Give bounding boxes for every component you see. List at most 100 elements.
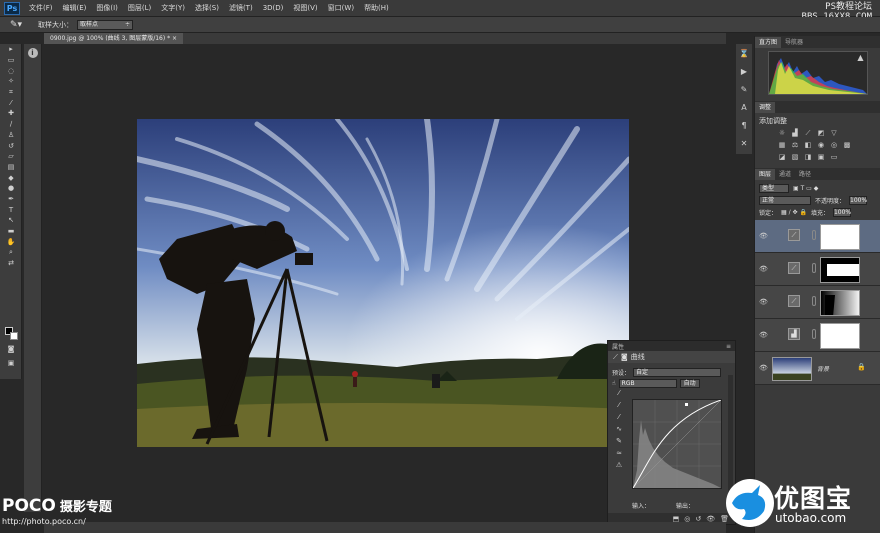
dodge-tool-icon[interactable]: ● <box>0 183 22 194</box>
menu-filter[interactable]: 滤镜(T) <box>224 3 258 13</box>
white-point-eyedropper-icon[interactable]: ⁄ <box>612 413 626 425</box>
gradient-tool-icon[interactable]: ▤ <box>0 162 22 173</box>
mask-link-icon[interactable] <box>812 263 816 273</box>
menu-window[interactable]: 窗口(W) <box>323 3 359 13</box>
menu-file[interactable]: 文件(F) <box>24 3 58 13</box>
healing-brush-icon[interactable]: ✚ <box>0 108 22 119</box>
character-panel-icon[interactable]: A <box>736 98 752 116</box>
layer-mask-thumb[interactable] <box>820 290 860 316</box>
selective-color-icon[interactable]: ▣ <box>816 153 826 162</box>
menu-select[interactable]: 选择(S) <box>190 3 224 13</box>
menu-type[interactable]: 文字(Y) <box>156 3 190 13</box>
layer-mask-thumb[interactable] <box>820 257 860 283</box>
screen-mode-icon[interactable]: ▣ <box>0 358 22 369</box>
history-brush-icon[interactable]: ↺ <box>0 140 22 151</box>
lock-icons[interactable]: ▦ ∕ ✥ 🔒 <box>781 209 807 216</box>
black-white-icon[interactable]: ◧ <box>803 141 813 150</box>
paragraph-panel-icon[interactable]: ¶ <box>736 116 752 134</box>
tool-presets-icon[interactable]: ✕ <box>736 134 752 152</box>
tab-paths[interactable]: 路径 <box>795 169 815 180</box>
target-adjust-icon[interactable]: ☝ <box>612 380 616 387</box>
mask-link-icon[interactable] <box>812 329 816 339</box>
clipping-warning-icon[interactable]: ⚠ <box>612 461 626 473</box>
tab-histogram[interactable]: 直方图 <box>755 37 782 48</box>
color-balance-icon[interactable]: ⚖ <box>790 141 800 150</box>
menu-help[interactable]: 帮助(H) <box>359 3 394 13</box>
menu-edit[interactable]: 编辑(E) <box>58 3 92 13</box>
visibility-eye-icon[interactable]: 👁 <box>759 298 768 306</box>
channel-select[interactable]: RGB <box>618 379 677 388</box>
blur-tool-icon[interactable]: ◆ <box>0 172 22 183</box>
threshold-icon[interactable]: ◨ <box>803 153 813 162</box>
invert-icon[interactable]: ◪ <box>777 153 787 162</box>
layer-filter-icons[interactable]: ▣ T ▭ ◆ <box>793 185 818 192</box>
visibility-eye-icon[interactable]: 👁 <box>759 364 768 372</box>
visibility-eye-icon[interactable]: 👁 <box>759 331 768 339</box>
eraser-tool-icon[interactable]: ▱ <box>0 151 22 162</box>
menu-image[interactable]: 图像(I) <box>91 3 123 13</box>
fill-input[interactable]: 100% <box>832 207 851 217</box>
photo-filter-icon[interactable]: ◉ <box>816 141 826 150</box>
history-panel-icon[interactable]: ⌛ <box>736 44 752 62</box>
brightness-contrast-icon[interactable]: ☼ <box>777 129 787 138</box>
mask-link-icon[interactable] <box>812 296 816 306</box>
color-lookup-icon[interactable]: ▩ <box>842 141 852 150</box>
eyedropper-tool-icon[interactable]: ✎▾ <box>10 19 26 31</box>
quick-select-tool-icon[interactable]: ✧ <box>0 76 22 87</box>
hand-tool-icon[interactable]: ✋ <box>0 236 22 247</box>
tab-navigator[interactable]: 导航器 <box>781 37 807 48</box>
zoom-tool-icon[interactable]: ⌕ <box>0 247 22 258</box>
visibility-eye-icon[interactable]: 👁 <box>759 265 768 273</box>
posterize-icon[interactable]: ▧ <box>790 153 800 162</box>
properties-tab[interactable]: 属性 <box>612 342 624 351</box>
tab-adjustments[interactable]: 调整 <box>755 102 776 113</box>
actions-panel-icon[interactable]: ▶ <box>736 62 752 80</box>
layer-curves-2[interactable]: 👁 ⟋ <box>755 253 880 286</box>
layer-filter-select[interactable]: 类型 <box>759 183 789 193</box>
histogram-warning-icon[interactable]: ▲ <box>857 53 863 62</box>
pen-tool-icon[interactable]: ✒ <box>0 194 22 205</box>
blend-mode-select[interactable]: 正常 <box>759 195 811 205</box>
document-photo[interactable] <box>137 119 629 447</box>
layer-background[interactable]: 👁 背景 🔒 <box>755 352 880 385</box>
type-tool-icon[interactable]: T <box>0 204 22 215</box>
preset-select[interactable]: 自定 <box>633 368 722 377</box>
shape-tool-icon[interactable]: ▬ <box>0 226 22 237</box>
gray-point-eyedropper-icon[interactable]: ⁄ <box>612 401 626 413</box>
move-tool-icon[interactable]: ▸ <box>0 44 22 55</box>
pencil-curve-icon[interactable]: ✎ <box>612 437 626 449</box>
exposure-icon[interactable]: ◩ <box>816 129 826 138</box>
layer-levels-1[interactable]: 👁 ▟ <box>755 319 880 352</box>
vibrance-icon[interactable]: ▽ <box>829 129 839 138</box>
layer-mask-thumb[interactable] <box>820 224 860 250</box>
tab-channels[interactable]: 通道 <box>775 169 795 180</box>
menu-layer[interactable]: 图层(L) <box>123 3 156 13</box>
stamp-tool-icon[interactable]: ♙ <box>0 130 22 141</box>
brush-presets-icon[interactable]: ✎ <box>736 80 752 98</box>
crop-tool-icon[interactable]: ⌗ <box>0 87 22 98</box>
sample-size-select[interactable]: 取样点 <box>77 19 133 30</box>
brush-tool-icon[interactable]: ∕ <box>0 119 22 130</box>
levels-icon[interactable]: ▟ <box>790 129 800 138</box>
curve-graph[interactable] <box>632 399 722 489</box>
mask-icon[interactable]: ◙ <box>621 353 628 361</box>
visibility-eye-icon[interactable]: 👁 <box>759 232 768 240</box>
marquee-tool-icon[interactable]: ▭ <box>0 55 22 66</box>
curves-icon[interactable]: ⟋ <box>803 129 813 138</box>
background-layer-name[interactable]: 背景 <box>817 364 829 373</box>
mask-link-icon[interactable] <box>812 230 816 240</box>
document-tab[interactable]: 0900.jpg @ 100% (曲线 3, 图层蒙版/16) * × <box>44 33 184 44</box>
menu-view[interactable]: 视图(V) <box>288 3 322 13</box>
lasso-tool-icon[interactable]: ◌ <box>0 65 22 76</box>
layer-curves-1[interactable]: 👁 ⟋ <box>755 286 880 319</box>
point-edit-icon[interactable]: ∿ <box>612 425 626 437</box>
layer-curves-3[interactable]: 👁 ⟋ <box>755 220 880 253</box>
gradient-map-icon[interactable]: ▭ <box>829 153 839 162</box>
channel-mixer-icon[interactable]: ◎ <box>829 141 839 150</box>
smooth-curve-icon[interactable]: ≈ <box>612 449 626 461</box>
hue-saturation-icon[interactable]: ▦ <box>777 141 787 150</box>
quick-mask-icon[interactable]: ◙ <box>0 344 22 355</box>
layer-mask-thumb[interactable] <box>820 323 860 349</box>
eyedropper-icon[interactable]: ⁄ <box>0 97 22 108</box>
black-point-eyedropper-icon[interactable]: ⁄ <box>612 389 626 401</box>
